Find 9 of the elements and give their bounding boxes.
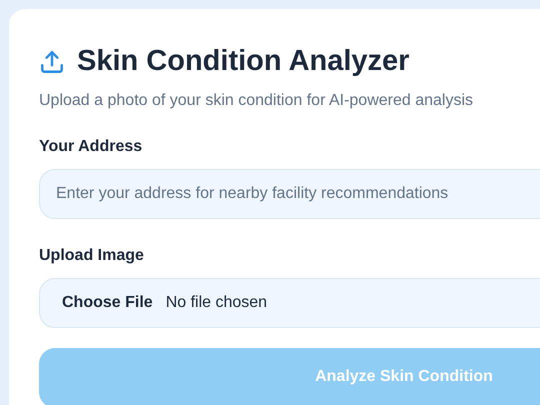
file-status: No file chosen (166, 294, 268, 312)
address-field[interactable]: Enter your address for nearby facility recommendations (39, 169, 540, 219)
upload-icon (39, 48, 65, 74)
field-label: Upload Image (39, 247, 145, 265)
page-title: Skin Condition Analyzer (77, 45, 410, 78)
page-subtitle: Upload a photo of your skin condition for AI-powered analysis (39, 92, 474, 110)
choose-file-button[interactable]: Choose File (62, 294, 153, 312)
file-input[interactable]: Choose File No file chosen (39, 278, 540, 328)
field-label: Your Address (39, 138, 144, 156)
